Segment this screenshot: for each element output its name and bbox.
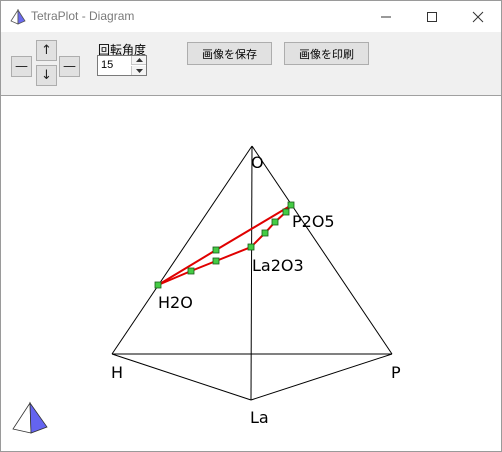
- edge-o-h: [111, 145, 253, 355]
- spinner-up-button[interactable]: [131, 56, 146, 65]
- rotate-up-button[interactable]: ↑: [36, 40, 57, 61]
- toolbar: ↑ ↓ — — 回転角度 15 画像を保存 画像を印刷: [1, 32, 501, 96]
- data-marker[interactable]: [212, 257, 220, 265]
- left-arrow-icon: —: [15, 59, 28, 74]
- compound-label-p2o5: P2O5: [292, 212, 335, 231]
- up-arrow-icon: ↑: [41, 43, 52, 58]
- orientation-pyramid-icon: [12, 401, 48, 434]
- title-bar[interactable]: TetraPlot - Diagram: [1, 1, 501, 32]
- data-marker[interactable]: [154, 281, 162, 289]
- down-arrow-icon: ↓: [41, 68, 52, 83]
- diagram-canvas[interactable]: O H P La P2O5 La2O3 H2O: [1, 96, 501, 451]
- vertex-label-o: O: [251, 153, 264, 172]
- vertex-label-la: La: [250, 408, 269, 427]
- vertex-label-p: P: [391, 363, 401, 382]
- app-window: TetraPlot - Diagram ↑ ↓ — — 回転角度 15 画像を保…: [0, 0, 502, 452]
- data-marker[interactable]: [187, 267, 195, 275]
- minimize-button[interactable]: [363, 1, 409, 32]
- rotate-down-button[interactable]: ↓: [36, 65, 57, 86]
- edge-p-la: [250, 353, 393, 401]
- close-button[interactable]: [455, 1, 501, 32]
- window-title: TetraPlot - Diagram: [31, 9, 135, 23]
- maximize-button[interactable]: [409, 1, 455, 32]
- tetrahedron-app-icon: [10, 8, 26, 25]
- vertex-label-h: H: [111, 363, 123, 382]
- data-marker[interactable]: [287, 201, 295, 209]
- minimize-icon: [381, 16, 391, 17]
- data-marker[interactable]: [261, 229, 269, 237]
- spinner-up-icon: [135, 58, 143, 62]
- close-icon: [472, 11, 484, 22]
- rotation-angle-value[interactable]: 15: [101, 59, 113, 71]
- data-marker[interactable]: [271, 218, 279, 226]
- compound-label-la2o3: La2O3: [252, 256, 304, 275]
- rotate-right-button[interactable]: —: [59, 56, 80, 77]
- edge-h-la: [111, 353, 252, 401]
- compound-label-h2o: H2O: [158, 293, 193, 312]
- spinner-down-icon: [135, 68, 143, 73]
- rotation-angle-spinner[interactable]: 15: [97, 55, 147, 76]
- rotate-left-button[interactable]: —: [11, 56, 32, 77]
- spinner-down-button[interactable]: [131, 66, 146, 75]
- right-arrow-icon: —: [63, 59, 76, 74]
- save-image-button[interactable]: 画像を保存: [187, 42, 272, 65]
- maximize-icon: [427, 11, 437, 22]
- edge-o-p: [251, 145, 393, 355]
- print-image-button[interactable]: 画像を印刷: [284, 42, 369, 65]
- data-marker[interactable]: [247, 243, 255, 251]
- data-marker[interactable]: [282, 208, 290, 216]
- data-marker[interactable]: [212, 246, 220, 254]
